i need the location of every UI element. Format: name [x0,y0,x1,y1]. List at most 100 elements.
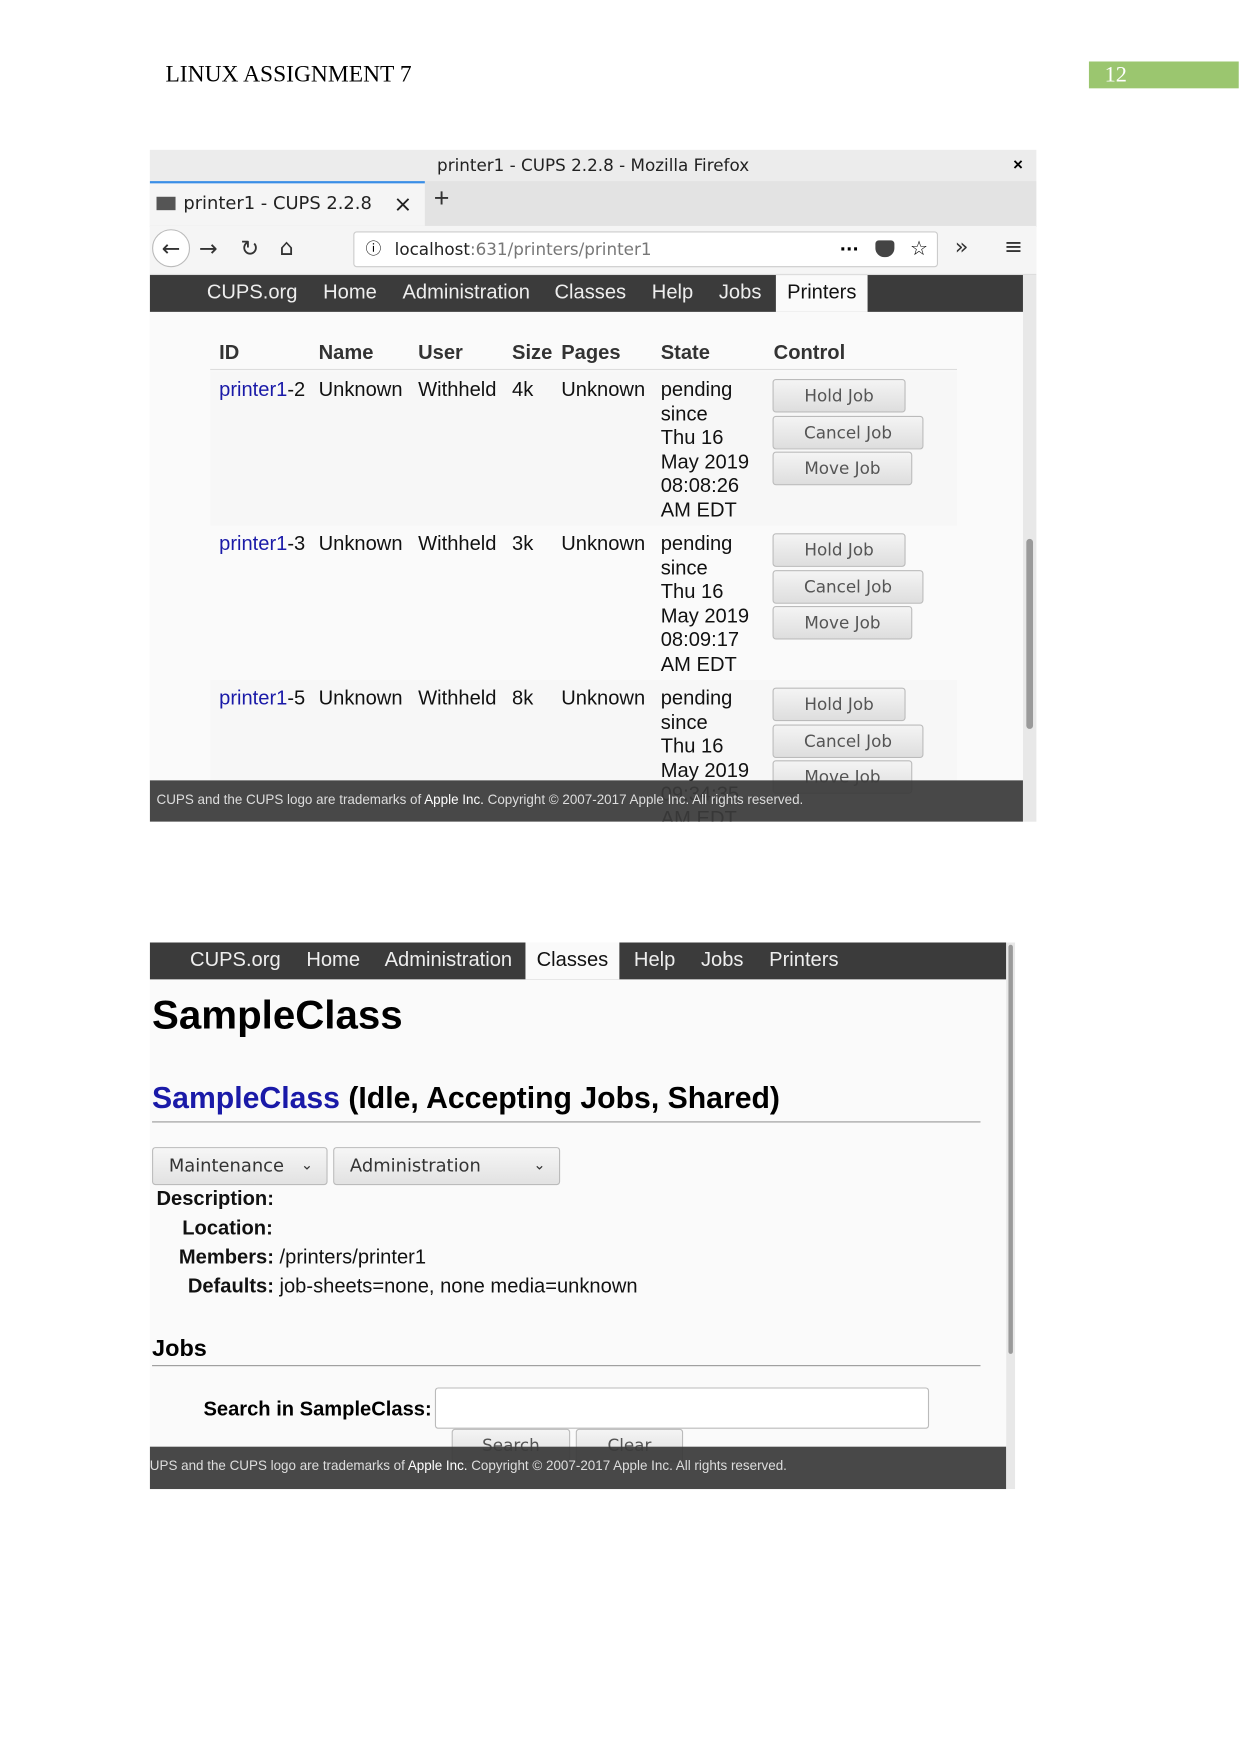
job-id-suffix: -3 [287,532,306,555]
info-icon[interactable]: ⓘ [366,233,382,267]
overflow-icon[interactable]: » [955,233,969,260]
reload-icon[interactable]: ↻ [240,235,259,262]
menu-item-home[interactable]: Home [312,275,388,312]
state-line: pending [660,377,733,401]
state-line: pending [660,532,733,555]
class-link[interactable]: SampleClass [152,1081,340,1115]
cancel-job-button[interactable]: Cancel Job [772,415,924,449]
chevron-down-icon: ⌄ [533,1157,546,1174]
defaults-value: job-sheets=none, none media=unknown [273,1274,638,1297]
maintenance-select[interactable]: Maintenance ⌄ [152,1147,328,1186]
menu-item-help[interactable]: Help [641,275,705,312]
move-job-button[interactable]: Move Job [772,605,913,640]
cups-footer: UPS and the CUPS logo are trademarks of … [149,1446,1007,1490]
menu-item-administration[interactable]: Administration [391,275,541,312]
move-job-button[interactable]: Move Job [772,451,913,486]
job-size: 4k [512,377,534,401]
printer-link[interactable]: printer1 [219,532,287,554]
job-size: 3k [512,532,534,555]
description-row: Description: [157,1187,274,1210]
location-row: Location: [182,1216,273,1239]
printer-link[interactable]: printer1 [219,378,287,400]
menu-item-cupsorg[interactable]: CUPS.org [179,942,292,979]
url-path: :631/printers/printer1 [469,239,652,260]
jobs-divider [152,1365,981,1367]
menu-item-help[interactable]: Help [623,942,687,979]
window-close-button[interactable]: × [1013,150,1023,181]
menu-item-printers[interactable]: Printers [775,275,868,312]
hold-job-button[interactable]: Hold Job [772,379,906,413]
hold-job-button[interactable]: Hold Job [772,687,906,722]
printer-link[interactable]: printer1 [219,686,287,708]
job-user: Withheld [418,686,497,709]
page-title: SampleClass [152,991,403,1038]
browser-tab[interactable]: printer1 - CUPS 2.2.8 × [149,181,425,226]
administration-select[interactable]: Administration ⌄ [333,1147,561,1186]
description-label: Description: [156,1187,274,1210]
more-icon[interactable]: ··· [840,233,859,267]
menu-item-home[interactable]: Home [295,942,371,979]
footer-text: UPS and the CUPS logo are trademarks of [149,1457,408,1474]
menu-item-jobs[interactable]: Jobs [708,275,773,312]
menu-item-classes[interactable]: Classes [525,942,620,980]
table-row: printer1-2 Unknown Withheld 4k Unknown pendin… [150,371,1023,526]
scrollbar[interactable] [1006,942,1016,1490]
bookmark-star-icon[interactable]: ☆ [910,233,928,267]
hamburger-menu-icon[interactable]: ≡ [1004,233,1023,260]
state-line: Thu 16 [660,734,724,757]
state-line: since [660,401,708,425]
job-name: Unknown [318,532,403,555]
job-pages: Unknown [561,686,646,709]
column-header-size: Size [512,340,553,364]
menu-item-administration[interactable]: Administration [373,942,523,979]
back-icon[interactable]: ← [152,229,191,268]
scrollbar[interactable] [1022,275,1037,822]
heading-divider [152,1121,981,1123]
url-bar[interactable]: ⓘ localhost:631/printers/printer1 ··· ☆ [353,231,939,268]
home-icon[interactable]: ⌂ [280,234,294,261]
page-number: 12 [1088,61,1239,89]
cups-content: ID Name User Size Pages State Control printer1… [149,311,1023,822]
chevron-down-icon: ⌄ [300,1157,314,1174]
column-header-id: ID [219,340,240,364]
state-line: 08:08:26 [660,474,740,497]
job-pages: Unknown [561,377,646,401]
footer-copyright: Copyright © 2007-2017 Apple Inc. All rig… [467,1457,787,1474]
state-line: since [660,556,708,579]
cancel-job-button[interactable]: Cancel Job [772,723,924,758]
menu-item-jobs[interactable]: Jobs [690,942,755,979]
hold-job-button[interactable]: Hold Job [772,533,906,567]
tab-bar: printer1 - CUPS 2.2.8 × + [149,181,1037,227]
cancel-job-button[interactable]: Cancel Job [772,569,924,604]
job-state: pending since Thu 16 May 2019 08:09:17 AM EDT [661,532,749,676]
job-user: Withheld [418,532,497,555]
column-header-user: User [418,340,463,364]
column-header-name: Name [318,340,374,364]
pocket-icon[interactable] [875,240,895,258]
job-name: Unknown [318,377,403,401]
cups-class-page: CUPS.org Home Administration Classes Help Job… [149,942,1016,1490]
scrollbar-thumb[interactable] [1026,538,1034,729]
state-line: pending [660,686,733,709]
scrollbar-thumb[interactable] [1008,944,1013,1354]
cups-menubar: CUPS.org Home Administration Classes Help Job… [149,942,1007,980]
class-status: (Idle, Accepting Jobs, Shared) [339,1081,780,1115]
navigation-toolbar: ← → ↻ ⌂ ⓘ localhost:631/printers/printer… [149,225,1037,276]
state-line: Thu 16 [660,580,724,603]
header-divider [210,368,958,371]
cups-favicon [156,196,176,211]
column-header-pages: Pages [561,340,621,364]
column-header-state: State [660,340,710,364]
tab-close-button[interactable]: × [394,183,413,223]
search-input[interactable] [434,1387,930,1429]
search-label: Search in SampleClass: [203,1397,432,1420]
menu-item-cupsorg[interactable]: CUPS.org [196,275,309,312]
members-label: Members: [178,1245,274,1268]
new-tab-button[interactable]: + [434,183,450,214]
job-state: pending since Thu 16 May 2019 08:08:26 AM EDT [661,378,749,522]
document-page: LINUX ASSIGNMENT 7 12 printer1 - CUPS 2.… [0,0,1241,1754]
menu-item-classes[interactable]: Classes [543,275,637,312]
menu-item-printers[interactable]: Printers [758,942,850,979]
job-id: printer1-5 [219,686,305,710]
forward-icon[interactable]: → [199,235,218,262]
